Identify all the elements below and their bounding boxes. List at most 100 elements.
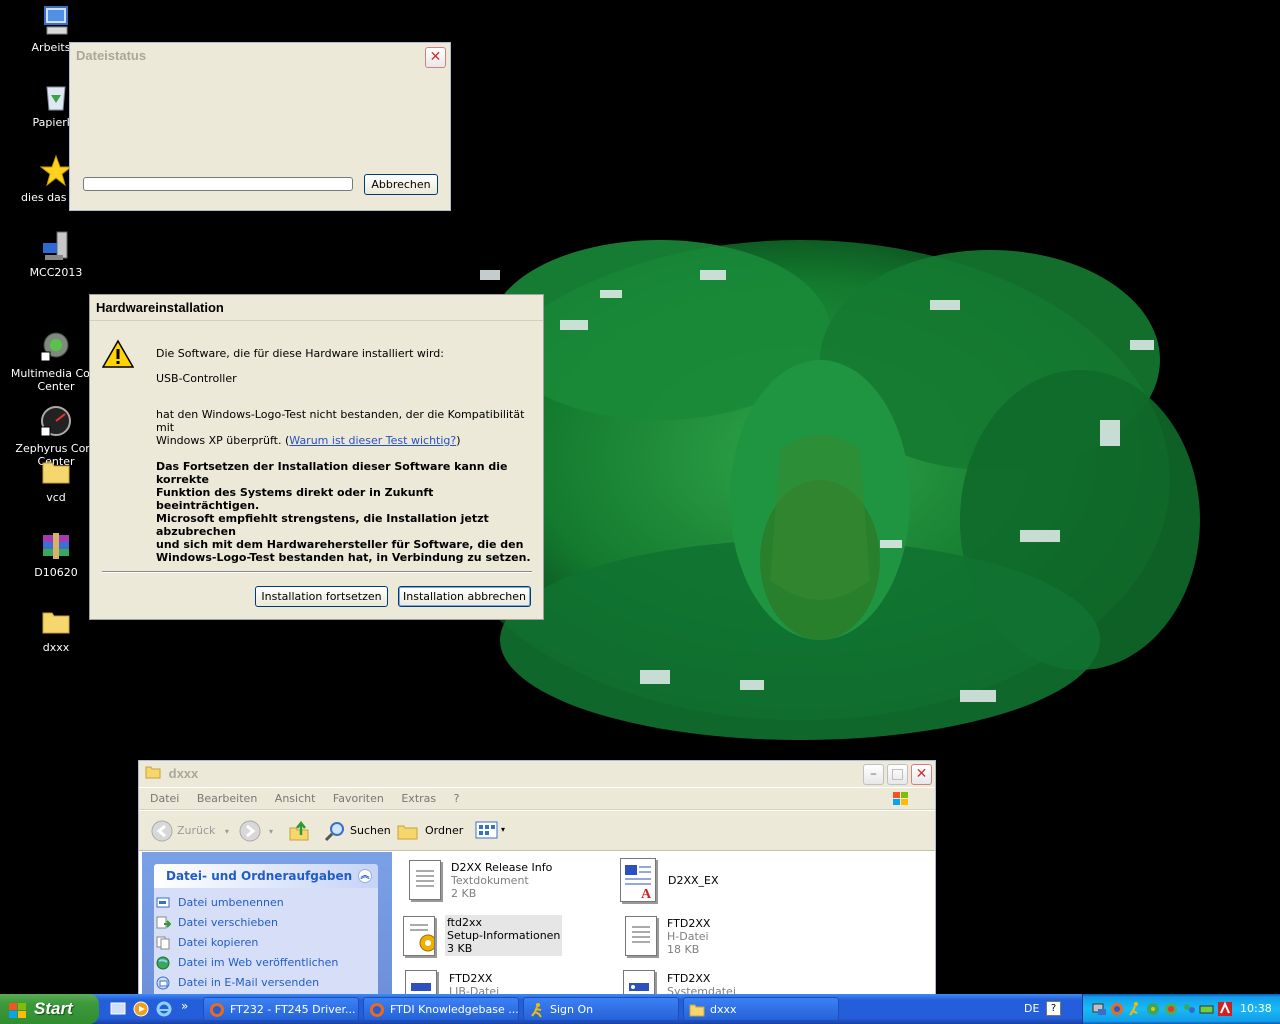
file-name: FTD2XX [449,972,493,985]
chevron-down-icon: ▾ [269,827,274,836]
hardware-install-dialog: Hardwareinstallation Die Software, die f… [89,294,544,620]
rename-file-task[interactable]: Datei umbenennen [154,893,378,913]
taskbar-item-sign-on[interactable]: Sign On [523,997,679,1021]
file-name: FTD2XX [667,917,711,930]
abort-installation-button[interactable]: Installation abbrechen [398,586,531,607]
close-icon: ✕ [915,766,928,782]
folder-icon [689,1002,705,1018]
menu-bearbeiten[interactable]: Bearbeiten [197,788,257,810]
tray-icq-icon[interactable] [1145,1001,1161,1020]
internet-explorer-icon[interactable] [156,1001,172,1020]
firefox-icon [369,1002,385,1018]
system-file-icon [623,970,655,996]
hw-dialog-line2c-text: ) [456,434,461,447]
start-button[interactable]: Start [0,994,99,1024]
views-button[interactable]: ▾ [475,820,511,842]
tray-network-icon[interactable] [1091,1001,1107,1020]
my-computer-icon [39,4,73,38]
taskbar-item-label: FT232 - FT245 Driver... [230,1003,356,1016]
warning-line: Funktion des Systems direkt oder in Zuku… [156,486,434,512]
email-icon [156,976,171,990]
menu-help[interactable]: ? [454,788,460,810]
file-type: Textdokument [451,874,529,887]
menu-favoriten[interactable]: Favoriten [333,788,384,810]
task-pane: Datei- und Ordneraufgaben ︽ Datei umbene… [142,852,392,996]
menu-ansicht[interactable]: Ansicht [275,788,316,810]
tray-firefox-icon[interactable] [1109,1001,1125,1020]
file-status-cancel-button[interactable]: Abbrechen [364,174,438,195]
back-button[interactable]: Zurück ▾ [151,820,229,842]
why-test-important-link[interactable]: Warum ist dieser Test wichtig? [289,434,456,447]
maximize-button[interactable]: □ [887,764,908,785]
file-status-close-button[interactable]: ✕ [425,47,446,68]
clock[interactable]: 10:38 [1240,1002,1272,1015]
hw-dialog-separator [102,571,532,573]
quick-launch-overflow-icon[interactable]: » [181,999,188,1013]
taskbar-item-dxxx[interactable]: dxxx [683,997,839,1021]
publish-web-task[interactable]: Datei im Web veröffentlichen [154,953,378,973]
copy-icon [156,936,171,950]
explorer-titlebar[interactable]: dxxx [139,761,935,787]
header-file-icon [625,916,657,956]
menu-extras[interactable]: Extras [401,788,436,810]
file-status-title: Dateistatus [76,48,147,63]
file-status-titlebar[interactable]: Dateistatus [70,43,450,69]
collapse-chevron-icon[interactable]: ︽ [358,869,372,883]
task-label: Datei in E-Mail versenden [178,976,320,989]
tray-messenger-icon[interactable] [1181,1001,1197,1020]
file-label: FTD2XX LIB-Datei [449,972,499,996]
file-size: 18 KB [667,943,700,956]
language-indicator[interactable]: DE [1024,1002,1039,1015]
desktop-icon-mcc2013[interactable]: MCC2013 [0,229,112,279]
continue-installation-button[interactable]: Installation fortsetzen [255,586,388,607]
folders-icon [397,822,421,848]
tray-battery-icon[interactable] [1199,1001,1215,1020]
taskbar: Start » FT232 - FT245 Driver... FTDI Kno… [0,994,1280,1024]
file-item-selected[interactable]: ftd2xx Setup-Informationen 3 KB [399,914,563,958]
hw-dialog-titlebar[interactable]: Hardwareinstallation [90,295,543,321]
winrar-archive-icon [39,529,73,563]
menu-datei[interactable]: Datei [150,788,179,810]
minimize-icon: – [870,766,877,782]
explorer-toolbar: Zurück ▾ ▾ Suchen Ordner ▾ [139,811,935,851]
folder-icon [39,454,73,488]
taskbar-item-label: FTDI Knowledgebase ... [390,1003,519,1016]
forward-button[interactable] [239,820,261,845]
tray-flower-icon[interactable] [1163,1001,1179,1020]
taskbar-item-ft232-driver[interactable]: FT232 - FT245 Driver... [203,997,359,1021]
richtext-document-icon: A [620,858,656,902]
taskbar-item-ftdi-knowledgebase[interactable]: FTDI Knowledgebase ... [363,997,519,1021]
views-icon [475,821,499,843]
email-file-task[interactable]: Datei in E-Mail versenden [154,973,378,993]
back-arrow-icon [151,820,173,850]
globe-icon [156,956,171,970]
taskbar-item-label: dxxx [710,1003,737,1016]
lib-file-icon [405,970,437,996]
folder-icon [39,604,73,638]
desktop-icon-label: dxxx [42,641,70,654]
svg-text:A: A [641,887,652,901]
task-label: Datei im Web veröffentlichen [178,956,339,969]
move-file-task[interactable]: Datei verschieben [154,913,378,933]
show-desktop-icon[interactable] [110,1001,126,1020]
explorer-menubar: Datei Bearbeiten Ansicht Favoriten Extra… [139,788,935,810]
up-folder-button[interactable] [288,820,310,845]
explorer-title: dxxx [168,766,199,781]
text-document-icon [409,860,441,900]
folders-button[interactable]: Ordner [397,820,463,842]
close-button[interactable]: ✕ [911,764,932,785]
close-icon: ✕ [429,49,442,65]
minimize-button[interactable]: – [863,764,884,785]
tray-antivirus-icon[interactable] [1217,1001,1233,1020]
chevron-down-icon: ▾ [224,827,229,836]
hw-dialog-line2b-text: Windows XP überprüft. ( [156,434,290,447]
file-name: ftd2xx [447,916,482,929]
copy-file-task[interactable]: Datei kopieren [154,933,378,953]
task-pane-header[interactable]: Datei- und Ordneraufgaben ︽ [154,864,378,888]
file-list: D2XX Release Info Textdokument 2 KB A D2… [393,852,935,996]
tray-aim-icon[interactable] [1127,1001,1143,1020]
help-icon[interactable]: ? [1046,1001,1061,1016]
media-player-icon[interactable] [133,1001,149,1020]
search-button[interactable]: Suchen [324,820,391,842]
windows-logo-icon [8,1000,28,1024]
